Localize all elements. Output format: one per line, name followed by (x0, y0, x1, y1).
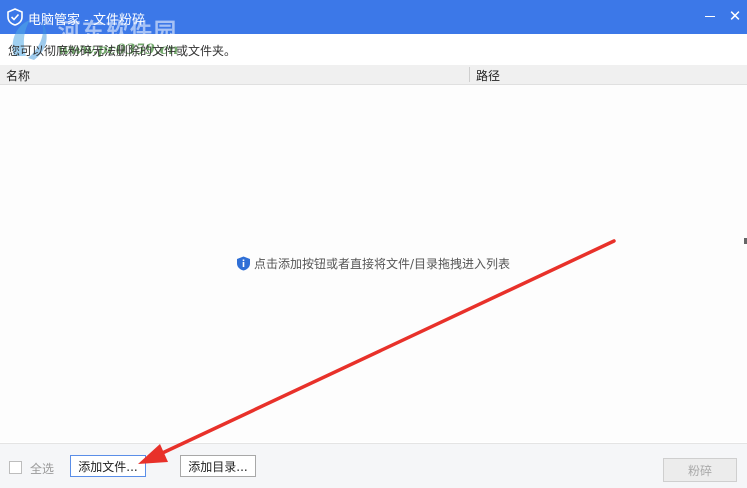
column-header-path[interactable]: 路径 (476, 67, 500, 84)
add-file-button[interactable]: 添加文件... (70, 455, 146, 477)
minimize-icon (705, 16, 715, 17)
add-directory-button[interactable]: 添加目录... (180, 455, 256, 477)
select-all-checkbox[interactable] (9, 461, 22, 474)
footer-bar: 全选 添加文件... 添加目录... 粉碎 (0, 443, 747, 488)
column-header-name[interactable]: 名称 (6, 67, 30, 84)
select-all-label[interactable]: 全选 (30, 460, 54, 477)
shred-button[interactable]: 粉碎 (663, 458, 737, 482)
window-title: 电脑管家 - 文件粉碎 (28, 13, 145, 28)
description-text: 您可以彻底粉碎无法删除的文件或文件夹。 (8, 44, 237, 58)
empty-hint-text: 点击添加按钮或者直接将文件/目录拖拽进入列表 (254, 257, 511, 271)
shield-logo-icon (7, 8, 23, 26)
close-button[interactable]: ✕ (725, 6, 745, 26)
title-bar: 电脑管家 - 文件粉碎 ✕ (0, 0, 747, 34)
info-icon (237, 256, 250, 271)
table-header: 名称 路径 (0, 65, 747, 85)
empty-hint: 点击添加按钮或者直接将文件/目录拖拽进入列表 (236, 255, 510, 272)
close-icon: ✕ (728, 7, 742, 25)
file-list[interactable]: 点击添加按钮或者直接将文件/目录拖拽进入列表 (0, 85, 747, 442)
column-divider[interactable] (469, 67, 470, 82)
minimize-button[interactable] (700, 6, 720, 26)
